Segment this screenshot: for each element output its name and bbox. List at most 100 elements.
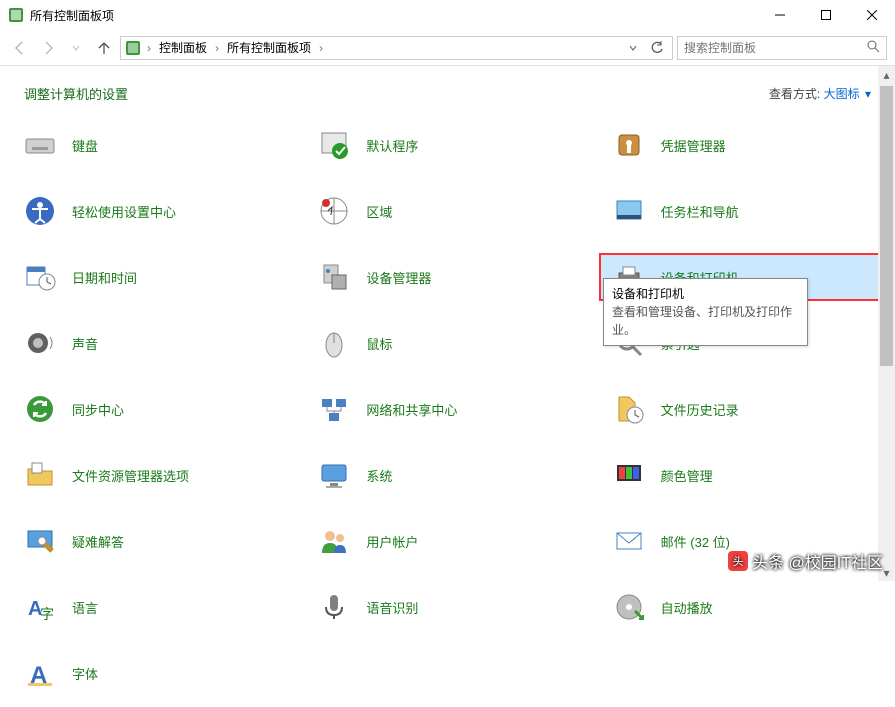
window-controls bbox=[757, 0, 895, 30]
control-panel-item[interactable]: A 字体 bbox=[10, 649, 296, 697]
control-panel-item[interactable]: 语音识别 bbox=[304, 583, 590, 631]
control-panel-item[interactable]: 文件历史记录 bbox=[599, 385, 885, 433]
recent-dropdown[interactable] bbox=[64, 36, 88, 60]
refresh-button[interactable] bbox=[646, 37, 668, 59]
breadcrumb-sep: › bbox=[211, 41, 223, 55]
datetime-icon bbox=[22, 259, 58, 295]
control-panel-item[interactable]: 疑难解答 bbox=[10, 517, 296, 565]
item-label: 轻松使用设置中心 bbox=[72, 202, 176, 221]
mail-icon bbox=[611, 523, 647, 559]
watermark-text: 头条 @校园IT社区 bbox=[752, 549, 883, 573]
maximize-button[interactable] bbox=[803, 0, 849, 30]
control-panel-item[interactable]: 系统 bbox=[304, 451, 590, 499]
item-label: 同步中心 bbox=[72, 400, 124, 419]
tooltip: 设备和打印机 查看和管理设备、打印机及打印作业。 bbox=[603, 278, 808, 346]
credentials-icon bbox=[611, 127, 647, 163]
item-label: 字体 bbox=[72, 664, 98, 683]
viewby-label: 查看方式: bbox=[769, 87, 820, 101]
item-label: 疑难解答 bbox=[72, 532, 124, 551]
ease-icon bbox=[22, 193, 58, 229]
control-panel-item[interactable]: 颜色管理 bbox=[599, 451, 885, 499]
minimize-button[interactable] bbox=[757, 0, 803, 30]
control-panel-item[interactable]: 同步中心 bbox=[10, 385, 296, 433]
defaults-icon bbox=[316, 127, 352, 163]
item-label: 日期和时间 bbox=[72, 268, 137, 287]
sound-icon bbox=[22, 325, 58, 361]
control-panel-item[interactable]: 声音 bbox=[10, 319, 296, 367]
back-button[interactable] bbox=[8, 36, 32, 60]
control-panel-item[interactable]: 文件资源管理器选项 bbox=[10, 451, 296, 499]
fonts-icon: A bbox=[22, 655, 58, 691]
speech-icon bbox=[316, 589, 352, 625]
control-panel-item[interactable]: 键盘 bbox=[10, 121, 296, 169]
control-panel-item[interactable]: 鼠标 bbox=[304, 319, 590, 367]
item-label: 自动播放 bbox=[661, 598, 713, 617]
item-label: 语言 bbox=[72, 598, 98, 617]
sync-icon bbox=[22, 391, 58, 427]
item-label: 凭据管理器 bbox=[661, 136, 726, 155]
item-label: 系统 bbox=[366, 466, 392, 485]
users-icon bbox=[316, 523, 352, 559]
system-icon bbox=[316, 457, 352, 493]
searchbox[interactable] bbox=[677, 36, 887, 60]
language-icon: A字 bbox=[22, 589, 58, 625]
control-panel-item[interactable]: 自动播放 bbox=[599, 583, 885, 631]
mouse-icon bbox=[316, 325, 352, 361]
addressbar-dropdown[interactable] bbox=[622, 37, 644, 59]
addressbar-icon bbox=[125, 40, 141, 56]
close-button[interactable] bbox=[849, 0, 895, 30]
forward-button[interactable] bbox=[36, 36, 60, 60]
taskbar-icon bbox=[611, 193, 647, 229]
breadcrumb-sep: › bbox=[315, 41, 327, 55]
control-panel-item[interactable]: 默认程序 bbox=[304, 121, 590, 169]
item-label: 用户帐户 bbox=[366, 532, 418, 551]
scroll-up-icon[interactable]: ▴ bbox=[878, 66, 895, 83]
scrollbar[interactable]: ▴ ▾ bbox=[878, 66, 895, 581]
control-panel-item[interactable]: A字语言 bbox=[10, 583, 296, 631]
item-label: 声音 bbox=[72, 334, 98, 353]
region-icon bbox=[316, 193, 352, 229]
item-label: 邮件 (32 位) bbox=[661, 532, 730, 551]
search-input[interactable] bbox=[684, 41, 866, 55]
item-label: 键盘 bbox=[72, 136, 98, 155]
color-icon bbox=[611, 457, 647, 493]
scroll-thumb[interactable] bbox=[880, 86, 893, 366]
control-panel-item[interactable]: 轻松使用设置中心 bbox=[10, 187, 296, 235]
item-label: 鼠标 bbox=[366, 334, 392, 353]
item-label: 语音识别 bbox=[366, 598, 418, 617]
control-panel-item[interactable]: 任务栏和导航 bbox=[599, 187, 885, 235]
addressbar[interactable]: › 控制面板 › 所有控制面板项 › bbox=[120, 36, 673, 60]
breadcrumb-current[interactable]: 所有控制面板项 bbox=[225, 39, 313, 56]
autoplay-icon bbox=[611, 589, 647, 625]
search-icon[interactable] bbox=[866, 39, 880, 56]
control-panel-item[interactable]: 日期和时间 bbox=[10, 253, 296, 301]
control-panel-item[interactable]: 设备管理器 bbox=[304, 253, 590, 301]
control-panel-item[interactable]: 用户帐户 bbox=[304, 517, 590, 565]
item-label: 文件历史记录 bbox=[661, 400, 739, 419]
control-panel-item[interactable]: 凭据管理器 bbox=[599, 121, 885, 169]
breadcrumb-root[interactable]: 控制面板 bbox=[157, 39, 209, 56]
up-button[interactable] bbox=[92, 36, 116, 60]
folder-icon bbox=[22, 457, 58, 493]
keyboard-icon bbox=[22, 127, 58, 163]
items-grid: 键盘 默认程序 凭据管理器轻松使用设置中心 区域任务栏和导航日期和时间 设备管理器设备和… bbox=[0, 111, 895, 707]
navbar: › 控制面板 › 所有控制面板项 › bbox=[0, 30, 895, 66]
svg-text:字: 字 bbox=[40, 606, 54, 622]
breadcrumb-sep: › bbox=[143, 41, 155, 55]
tooltip-title: 设备和打印机 bbox=[612, 285, 799, 303]
troubleshoot-icon bbox=[22, 523, 58, 559]
tooltip-desc: 查看和管理设备、打印机及打印作业。 bbox=[612, 303, 799, 339]
app-icon bbox=[8, 7, 24, 23]
viewby-value[interactable]: 大图标 bbox=[824, 87, 860, 101]
item-label: 文件资源管理器选项 bbox=[72, 466, 189, 485]
page-heading: 调整计算机的设置 bbox=[24, 84, 128, 103]
control-panel-item[interactable]: 区域 bbox=[304, 187, 590, 235]
item-label: 颜色管理 bbox=[661, 466, 713, 485]
control-panel-item[interactable]: 网络和共享中心 bbox=[304, 385, 590, 433]
item-label: 网络和共享中心 bbox=[366, 400, 457, 419]
window-title: 所有控制面板项 bbox=[30, 7, 757, 24]
watermark-logo-icon: 头 bbox=[728, 551, 748, 571]
viewby-dropdown-icon[interactable]: ▾ bbox=[863, 87, 871, 101]
subheader: 调整计算机的设置 查看方式: 大图标 ▾ bbox=[0, 66, 895, 111]
item-label: 设备管理器 bbox=[366, 268, 431, 287]
